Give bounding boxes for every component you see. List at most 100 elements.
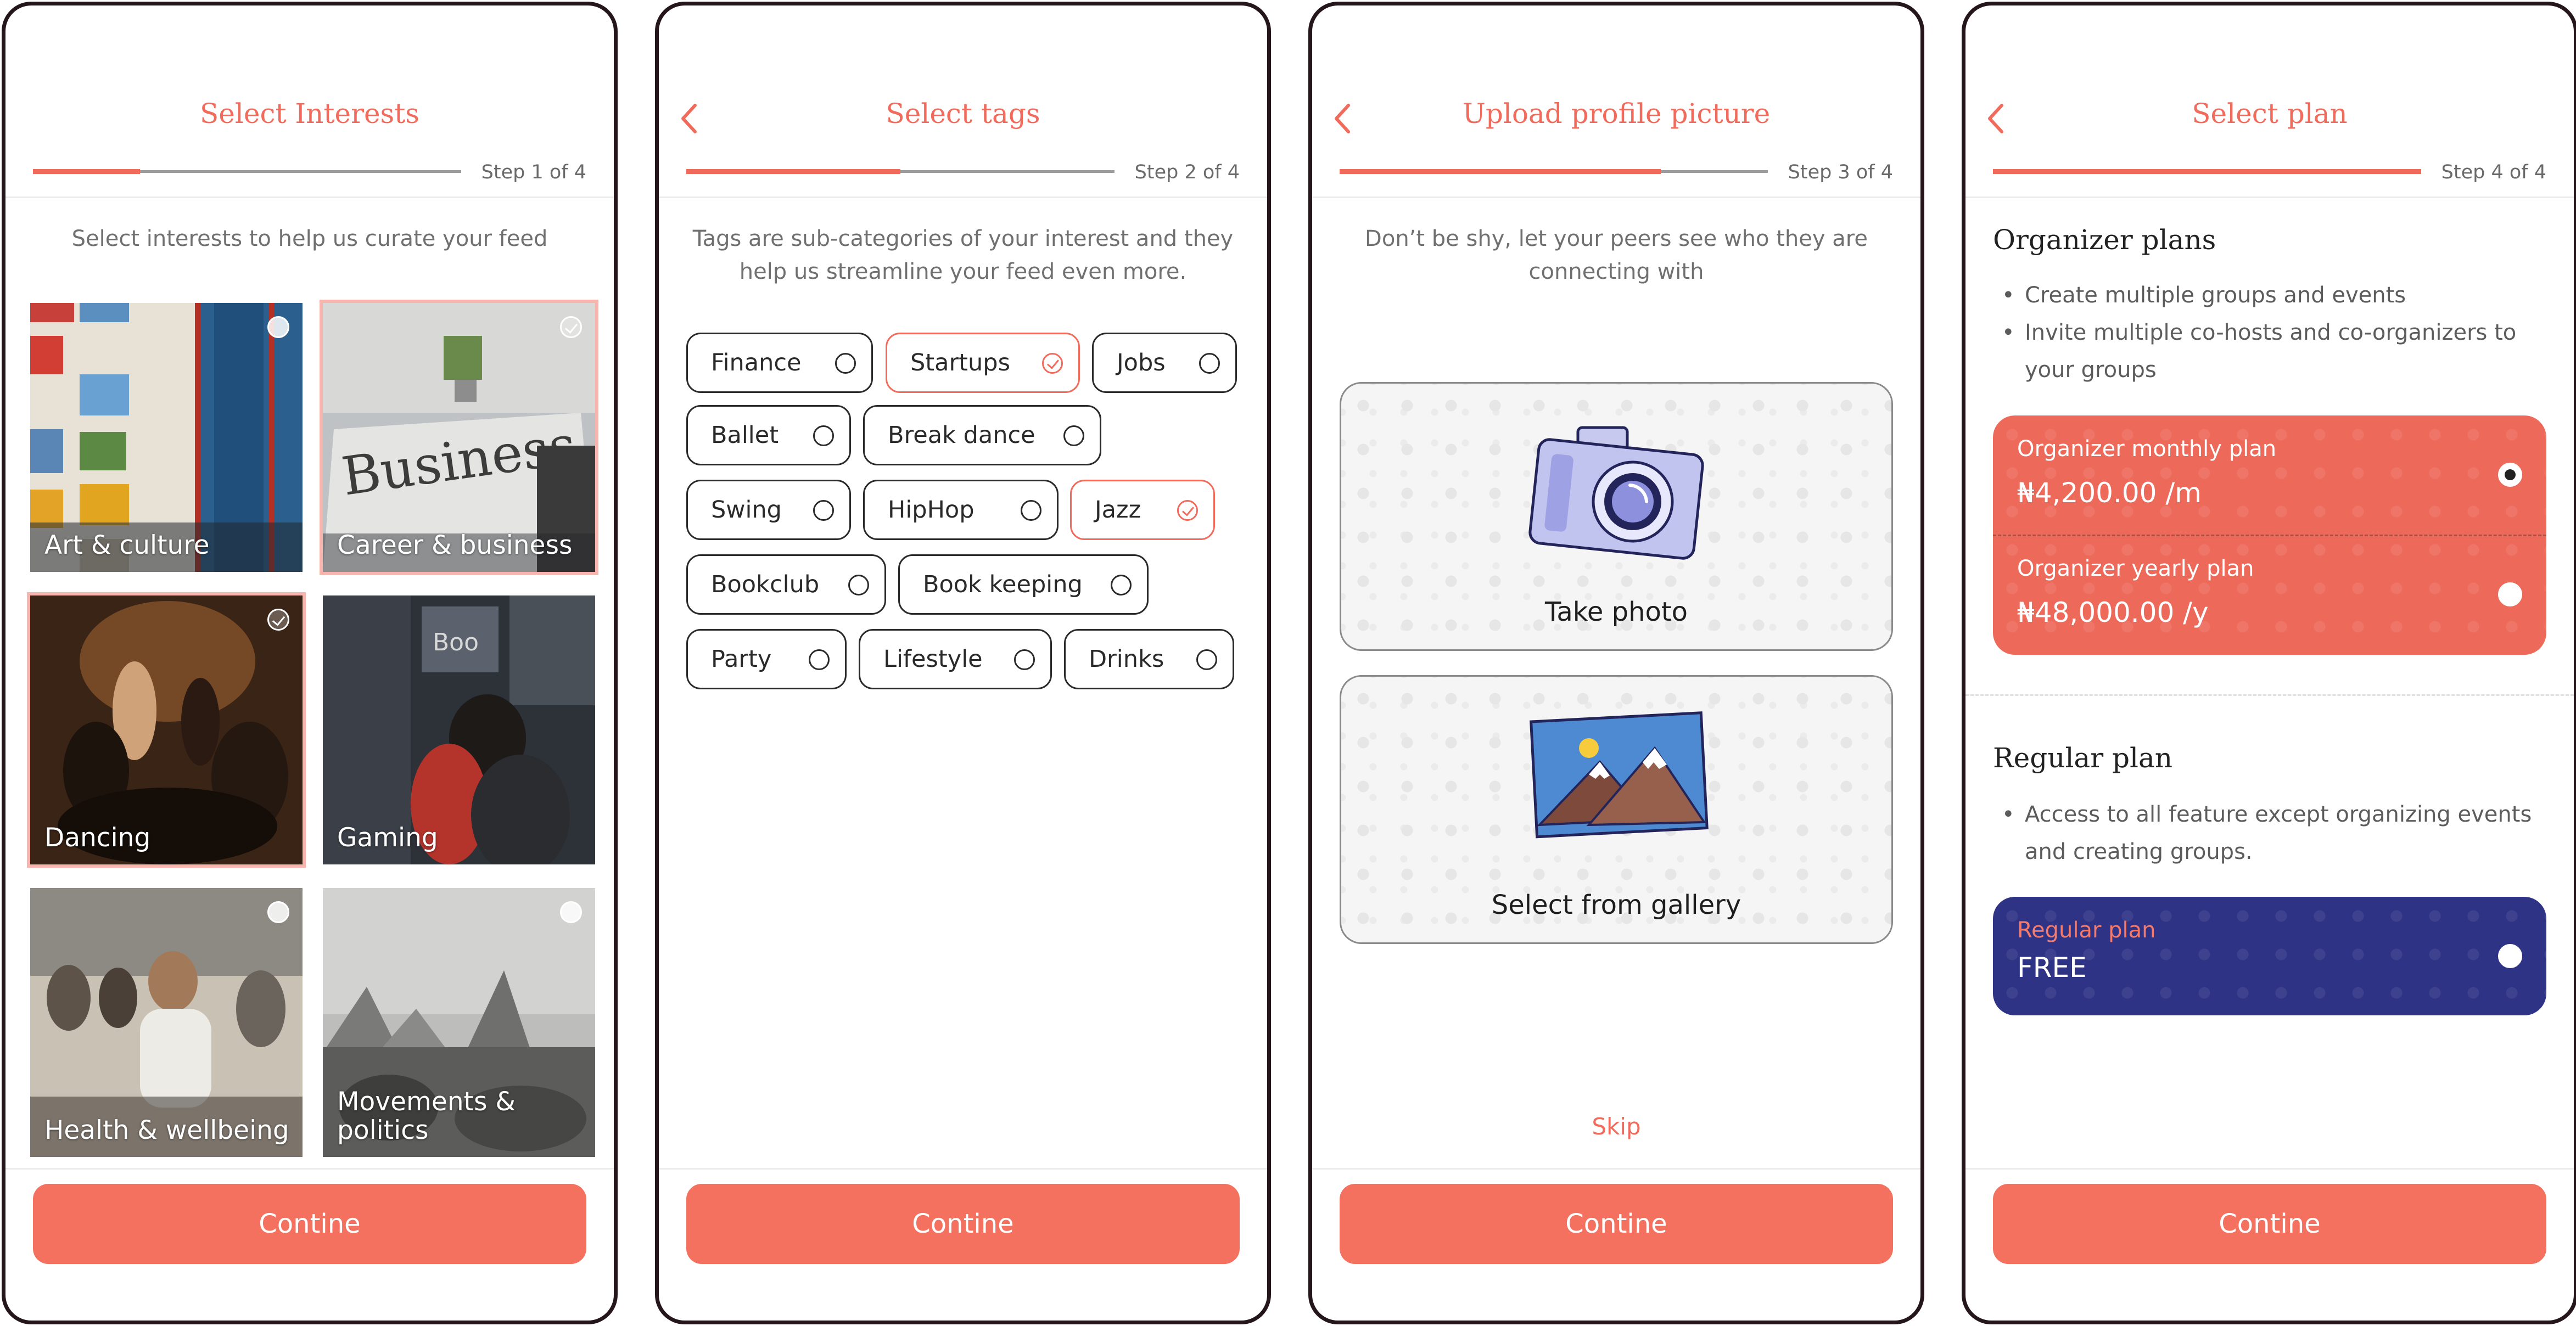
tag-checkbox (835, 353, 856, 374)
tag-label: Book keeping (923, 571, 1083, 598)
divider (1312, 196, 1920, 198)
tag-chip[interactable]: Book keeping (898, 554, 1149, 615)
tag-chip[interactable]: Break dance (863, 405, 1101, 465)
step-indicator: Step 4 of 4 (2441, 161, 2546, 183)
tag-checkbox (1063, 425, 1084, 446)
plan-radio[interactable] (2498, 582, 2522, 606)
divider (1965, 196, 2574, 198)
plan-radio[interactable] (2498, 944, 2522, 968)
organizer-plan-features: Create multiple groups and events Invite… (1998, 277, 2546, 389)
progress-bar (33, 169, 461, 174)
continue-button[interactable]: Contine (1993, 1184, 2546, 1264)
interest-tile-dancing[interactable]: Dancing (30, 595, 303, 864)
tag-label: HipHop (888, 496, 975, 524)
continue-button[interactable]: Contine (33, 1184, 586, 1264)
organizer-monthly-plan-option[interactable]: Organizer monthly plan ₦4,200.00 /m (1993, 415, 2546, 535)
page-title: Select tags (886, 98, 1040, 130)
regular-plan-options: Regular plan FREE (1993, 897, 2546, 1015)
plan-price: ₦4,200.00 /m (2017, 477, 2202, 509)
tag-chip[interactable]: Lifestyle (859, 629, 1052, 689)
interest-label: Movements & politics (337, 1087, 516, 1145)
divider (1965, 1168, 2574, 1170)
interest-checkbox[interactable] (560, 901, 582, 923)
tag-checkbox (809, 649, 830, 670)
continue-button[interactable]: Contine (686, 1184, 1240, 1264)
take-photo-label: Take photo (1544, 597, 1688, 627)
tag-chip[interactable]: HipHop (863, 480, 1059, 540)
interest-tile-art-culture[interactable]: Art & culture (30, 303, 303, 572)
tag-label: Ballet (711, 422, 779, 449)
feature-item: Invite multiple co-hosts and co-organize… (1998, 314, 2546, 389)
interest-tile-career-business[interactable]: Business Career & business (323, 303, 595, 572)
tag-checkbox (1014, 649, 1035, 670)
tag-chip[interactable]: Jazz (1070, 480, 1215, 540)
regular-plan-heading: Regular plan (1993, 742, 2173, 774)
take-photo-button[interactable]: Take photo (1340, 382, 1893, 651)
page-title: Select Interests (200, 98, 419, 130)
tag-chip[interactable]: Startups (886, 333, 1080, 393)
step-indicator: Step 2 of 4 (1134, 161, 1240, 183)
page-subtitle: Tags are sub-categories of your interest… (692, 226, 1234, 284)
tag-label: Party (711, 645, 772, 673)
progress-bar (686, 169, 1115, 174)
tag-label: Break dance (888, 422, 1035, 449)
regular-plan-features: Access to all feature except organizing … (1998, 796, 2546, 870)
interest-tile-gaming[interactable]: Boo Gaming (323, 595, 595, 864)
tag-chip[interactable]: Swing (686, 480, 851, 540)
camera-icon (1528, 426, 1704, 560)
plan-radio-selected[interactable] (2498, 463, 2522, 487)
page-title: Select plan (2192, 98, 2348, 130)
interest-checkbox-checked[interactable] (560, 316, 582, 338)
progress-bar (1993, 169, 2421, 174)
organizer-plan-options: Organizer monthly plan ₦4,200.00 /m Orga… (1993, 415, 2546, 655)
interests-screen: Select Interests Step 1 of 4 Select inte… (2, 2, 618, 1324)
divider (5, 196, 614, 198)
page-subtitle: Don’t be shy, let your peers see who the… (1365, 226, 1868, 284)
interest-label: Health & wellbeing (44, 1115, 289, 1145)
tag-label: Jobs (1117, 349, 1166, 377)
continue-button[interactable]: Contine (1340, 1184, 1893, 1264)
select-from-gallery-button[interactable]: Select from gallery (1340, 675, 1893, 944)
organizer-plans-heading: Organizer plans (1993, 224, 2216, 256)
tag-chip[interactable]: Ballet (686, 405, 851, 465)
tag-checkbox (813, 500, 834, 521)
regular-plan-option[interactable]: Regular plan FREE (1993, 897, 2546, 1015)
step-indicator: Step 3 of 4 (1788, 161, 1893, 183)
plan-name: Organizer monthly plan (2017, 436, 2277, 462)
tag-label: Jazz (1095, 496, 1141, 524)
check-circle-icon (1042, 353, 1063, 374)
skip-link[interactable]: Skip (1312, 1113, 1920, 1140)
tag-chip[interactable]: Party (686, 629, 847, 689)
tag-checkbox (1021, 500, 1041, 521)
interest-checkbox[interactable] (267, 901, 289, 923)
plan-name: Regular plan (2017, 918, 2156, 943)
interest-label: Career & business (337, 530, 573, 560)
tag-chip[interactable]: Finance (686, 333, 873, 393)
interest-checkbox[interactable] (267, 316, 289, 338)
plan-name: Organizer yearly plan (2017, 556, 2254, 581)
gallery-image-icon (1530, 711, 1709, 839)
step-indicator: Step 1 of 4 (481, 161, 586, 183)
tag-label: Lifestyle (883, 645, 983, 673)
divider (1312, 1168, 1920, 1170)
organizer-yearly-plan-option[interactable]: Organizer yearly plan ₦48,000.00 /y (1993, 535, 2546, 655)
select-from-gallery-label: Select from gallery (1491, 890, 1741, 920)
page-title: Upload profile picture (1462, 98, 1771, 130)
tag-label: Bookclub (711, 571, 820, 598)
tag-chip[interactable]: Bookclub (686, 554, 886, 615)
plan-price: FREE (2017, 952, 2087, 984)
interest-label: Gaming (337, 823, 438, 853)
interest-checkbox-checked[interactable] (267, 609, 289, 631)
interest-tile-movements-politics[interactable]: Movements & politics (323, 888, 595, 1157)
interest-tile-health-wellbeing[interactable]: Health & wellbeing (30, 888, 303, 1157)
check-circle-icon (1177, 500, 1198, 521)
plan-price: ₦48,000.00 /y (2017, 597, 2209, 628)
tag-label: Drinks (1089, 645, 1164, 673)
upload-photo-screen: Upload profile picture Step 3 of 4 Don’t… (1308, 2, 1924, 1324)
divider (5, 1168, 614, 1170)
tag-checkbox (848, 575, 869, 595)
tag-chip[interactable]: Jobs (1092, 333, 1237, 393)
tag-label: Startups (910, 349, 1010, 377)
tags-screen: Select tags Step 2 of 4 Tags are sub-cat… (655, 2, 1271, 1324)
tag-chip[interactable]: Drinks (1064, 629, 1234, 689)
